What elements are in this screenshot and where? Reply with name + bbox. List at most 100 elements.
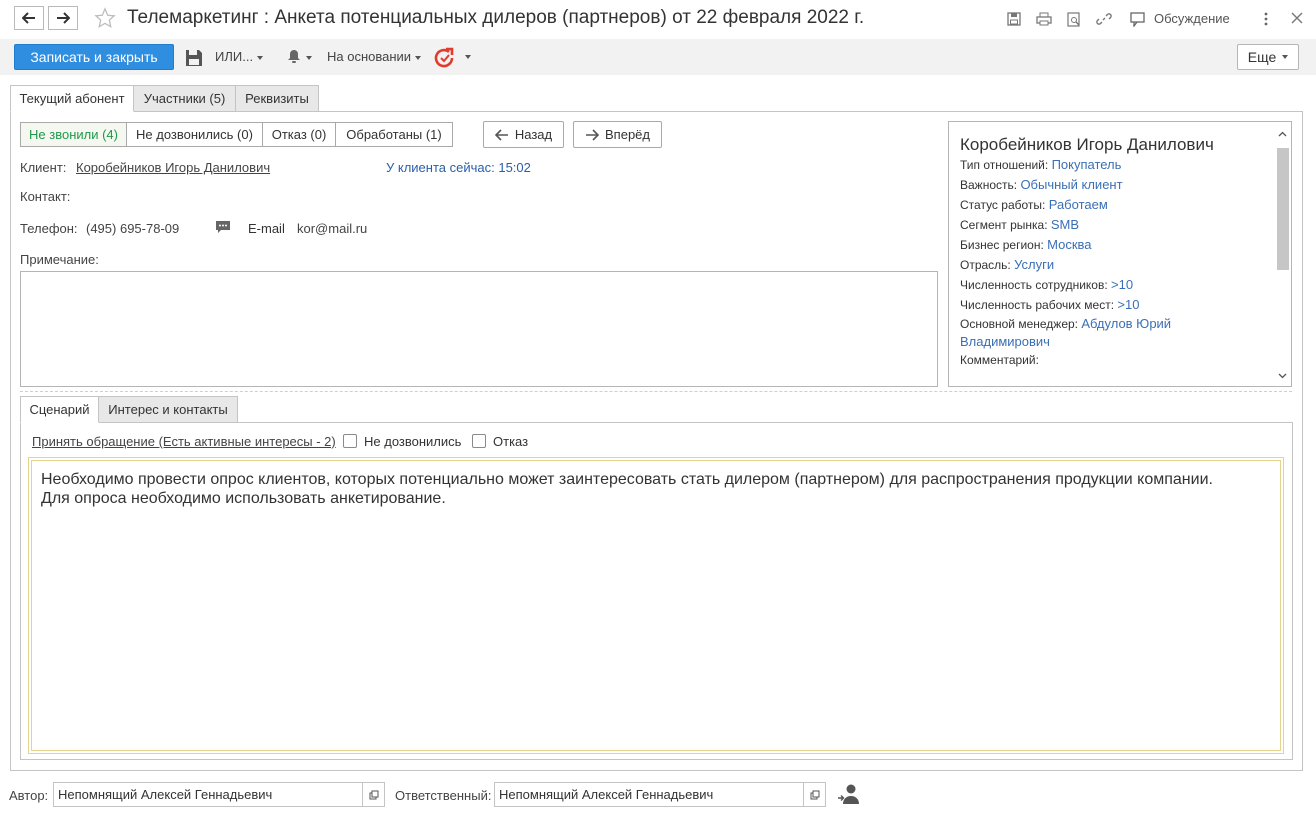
save-doc-icon[interactable] bbox=[1005, 10, 1023, 28]
not-reached-checkbox[interactable] bbox=[343, 434, 357, 448]
ili-label: ИЛИ... bbox=[215, 49, 254, 64]
back-label: Назад bbox=[514, 127, 553, 142]
open-window-icon bbox=[369, 790, 378, 799]
reminder-bell-button[interactable] bbox=[287, 49, 313, 65]
not-reached-label: Не дозвонились bbox=[364, 434, 462, 449]
scenario-text-frame: Необходимо провести опрос клиентов, кото… bbox=[28, 457, 1284, 754]
card-row-business-region: Бизнес регион: Москва bbox=[960, 237, 1092, 252]
card-row-label: Сегмент рынка: bbox=[960, 218, 1048, 232]
discussion-icon[interactable] bbox=[1129, 10, 1147, 28]
note-textarea[interactable] bbox=[20, 271, 938, 387]
card-scrollbar[interactable] bbox=[1275, 123, 1290, 385]
open-author-button[interactable] bbox=[362, 783, 384, 806]
star-icon[interactable] bbox=[94, 7, 116, 29]
back-nav-button[interactable] bbox=[14, 6, 44, 30]
card-row-label: Важность: bbox=[960, 178, 1018, 192]
phone-value[interactable]: (495) 695-78-09 bbox=[86, 221, 179, 236]
filter-not-called[interactable]: Не звонили (4) bbox=[20, 122, 127, 147]
subtab-scenario[interactable]: Сценарий bbox=[20, 396, 99, 423]
refresh-icon[interactable] bbox=[432, 46, 456, 70]
client-label: Клиент: bbox=[20, 160, 67, 175]
filter-refused[interactable]: Отказ (0) bbox=[262, 122, 336, 147]
preview-icon[interactable] bbox=[1065, 10, 1083, 28]
client-time-label: У клиента сейчас: bbox=[386, 160, 495, 175]
toolbar: Записать и закрыть ИЛИ... На основании Е… bbox=[0, 39, 1316, 75]
client-time-value: 15:02 bbox=[498, 160, 531, 175]
forward-nav-button[interactable] bbox=[48, 6, 78, 30]
card-row-value[interactable]: SMB bbox=[1051, 217, 1079, 232]
forward-label: Вперёд bbox=[605, 127, 650, 142]
more-label: Еще bbox=[1247, 49, 1277, 65]
card-row-value[interactable]: >10 bbox=[1111, 277, 1133, 292]
author-field[interactable]: Непомнящий Алексей Геннадьевич bbox=[53, 782, 385, 807]
scroll-thumb[interactable] bbox=[1277, 148, 1289, 270]
scroll-down-icon[interactable] bbox=[1278, 373, 1287, 379]
splitter[interactable] bbox=[20, 391, 1292, 392]
card-row-work-status: Статус работы: Работаем bbox=[960, 197, 1108, 212]
chevron-down-icon bbox=[257, 55, 264, 60]
scroll-up-icon[interactable] bbox=[1278, 131, 1287, 137]
card-client-name: Коробейников Игорь Данилович bbox=[960, 135, 1214, 154]
kebab-menu-icon[interactable] bbox=[1263, 11, 1269, 27]
card-row-comment: Комментарий: bbox=[960, 353, 1039, 367]
refuse-checkbox[interactable] bbox=[472, 434, 486, 448]
author-label: Автор: bbox=[9, 788, 49, 803]
ili-menu-button[interactable]: ИЛИ... bbox=[215, 49, 264, 64]
arrow-left-icon bbox=[22, 12, 35, 24]
card-row-industry: Отрасль: Услуги bbox=[960, 257, 1054, 272]
tab-current-subscriber[interactable]: Текущий абонент bbox=[10, 85, 134, 112]
card-row-value[interactable]: Москва bbox=[1047, 237, 1091, 252]
refuse-label: Отказ bbox=[493, 434, 529, 449]
bell-icon bbox=[288, 50, 300, 63]
card-row-value[interactable]: Абдулов Юрий bbox=[1081, 316, 1171, 331]
close-icon[interactable] bbox=[1290, 11, 1304, 25]
card-row-label: Тип отношений: bbox=[960, 158, 1049, 172]
based-on-label: На основании bbox=[327, 49, 412, 64]
open-window-icon bbox=[810, 790, 819, 799]
card-row-label: Основной менеджер: bbox=[960, 317, 1079, 331]
filter-processed[interactable]: Обработаны (1) bbox=[335, 122, 453, 147]
client-link[interactable]: Коробейников Игорь Данилович bbox=[76, 160, 270, 175]
link-icon[interactable] bbox=[1095, 10, 1113, 28]
tab-requisites[interactable]: Реквизиты bbox=[235, 85, 319, 112]
card-row-employees: Численность сотрудников: >10 bbox=[960, 277, 1133, 292]
card-row-label: Бизнес регион: bbox=[960, 238, 1044, 252]
arrow-right-icon bbox=[57, 12, 70, 24]
chevron-down-icon bbox=[415, 55, 422, 60]
card-row-label: Отрасль: bbox=[960, 258, 1011, 272]
responsible-value: Непомнящий Алексей Геннадьевич bbox=[499, 787, 714, 802]
tab-participants[interactable]: Участники (5) bbox=[133, 85, 236, 112]
email-label: E-mail bbox=[248, 221, 285, 236]
card-row-value[interactable]: Обычный клиент bbox=[1020, 177, 1122, 192]
card-row-value[interactable]: Работаем bbox=[1049, 197, 1108, 212]
filter-not-reached[interactable]: Не дозвонились (0) bbox=[126, 122, 263, 147]
window-title: Телемаркетинг : Анкета потенциальных дил… bbox=[127, 7, 865, 28]
card-row-value[interactable]: >10 bbox=[1117, 297, 1139, 312]
back-button[interactable]: Назад bbox=[483, 121, 564, 148]
save-and-close-button[interactable]: Записать и закрыть bbox=[14, 44, 174, 70]
scenario-text-area[interactable]: Необходимо провести опрос клиентов, кото… bbox=[31, 460, 1281, 751]
chevron-down-icon[interactable] bbox=[465, 55, 471, 59]
card-row-value[interactable]: Покупатель bbox=[1052, 157, 1122, 172]
arrow-left-icon bbox=[494, 128, 508, 141]
open-responsible-button[interactable] bbox=[803, 783, 825, 806]
client-time: У клиента сейчас: 15:02 bbox=[386, 160, 531, 175]
forward-button[interactable]: Вперёд bbox=[573, 121, 662, 148]
sms-icon[interactable] bbox=[215, 220, 231, 235]
more-button[interactable]: Еще bbox=[1237, 44, 1299, 70]
card-row-value[interactable]: Владимирович bbox=[960, 334, 1050, 349]
card-row-value[interactable]: Услуги bbox=[1014, 257, 1054, 272]
card-row-workplaces: Численность рабочих мест: >10 bbox=[960, 297, 1139, 312]
floppy-save-icon[interactable] bbox=[184, 48, 204, 68]
client-info-card: Коробейников Игорь Данилович Тип отношен… bbox=[948, 121, 1292, 387]
based-on-menu-button[interactable]: На основании bbox=[327, 49, 422, 64]
email-value[interactable]: kor@mail.ru bbox=[297, 221, 367, 236]
chevron-down-icon bbox=[1282, 55, 1289, 59]
subtab-interests-contacts[interactable]: Интерес и контакты bbox=[98, 396, 238, 423]
responsible-field[interactable]: Непомнящий Алексей Геннадьевич bbox=[494, 782, 826, 807]
discussion-label[interactable]: Обсуждение bbox=[1154, 11, 1230, 26]
accept-request-link[interactable]: Принять обращение (Есть активные интерес… bbox=[32, 434, 336, 449]
assign-user-icon[interactable] bbox=[837, 783, 861, 805]
print-icon[interactable] bbox=[1035, 10, 1053, 28]
card-row-manager: Основной менеджер: Абдулов Юрий bbox=[960, 316, 1171, 331]
